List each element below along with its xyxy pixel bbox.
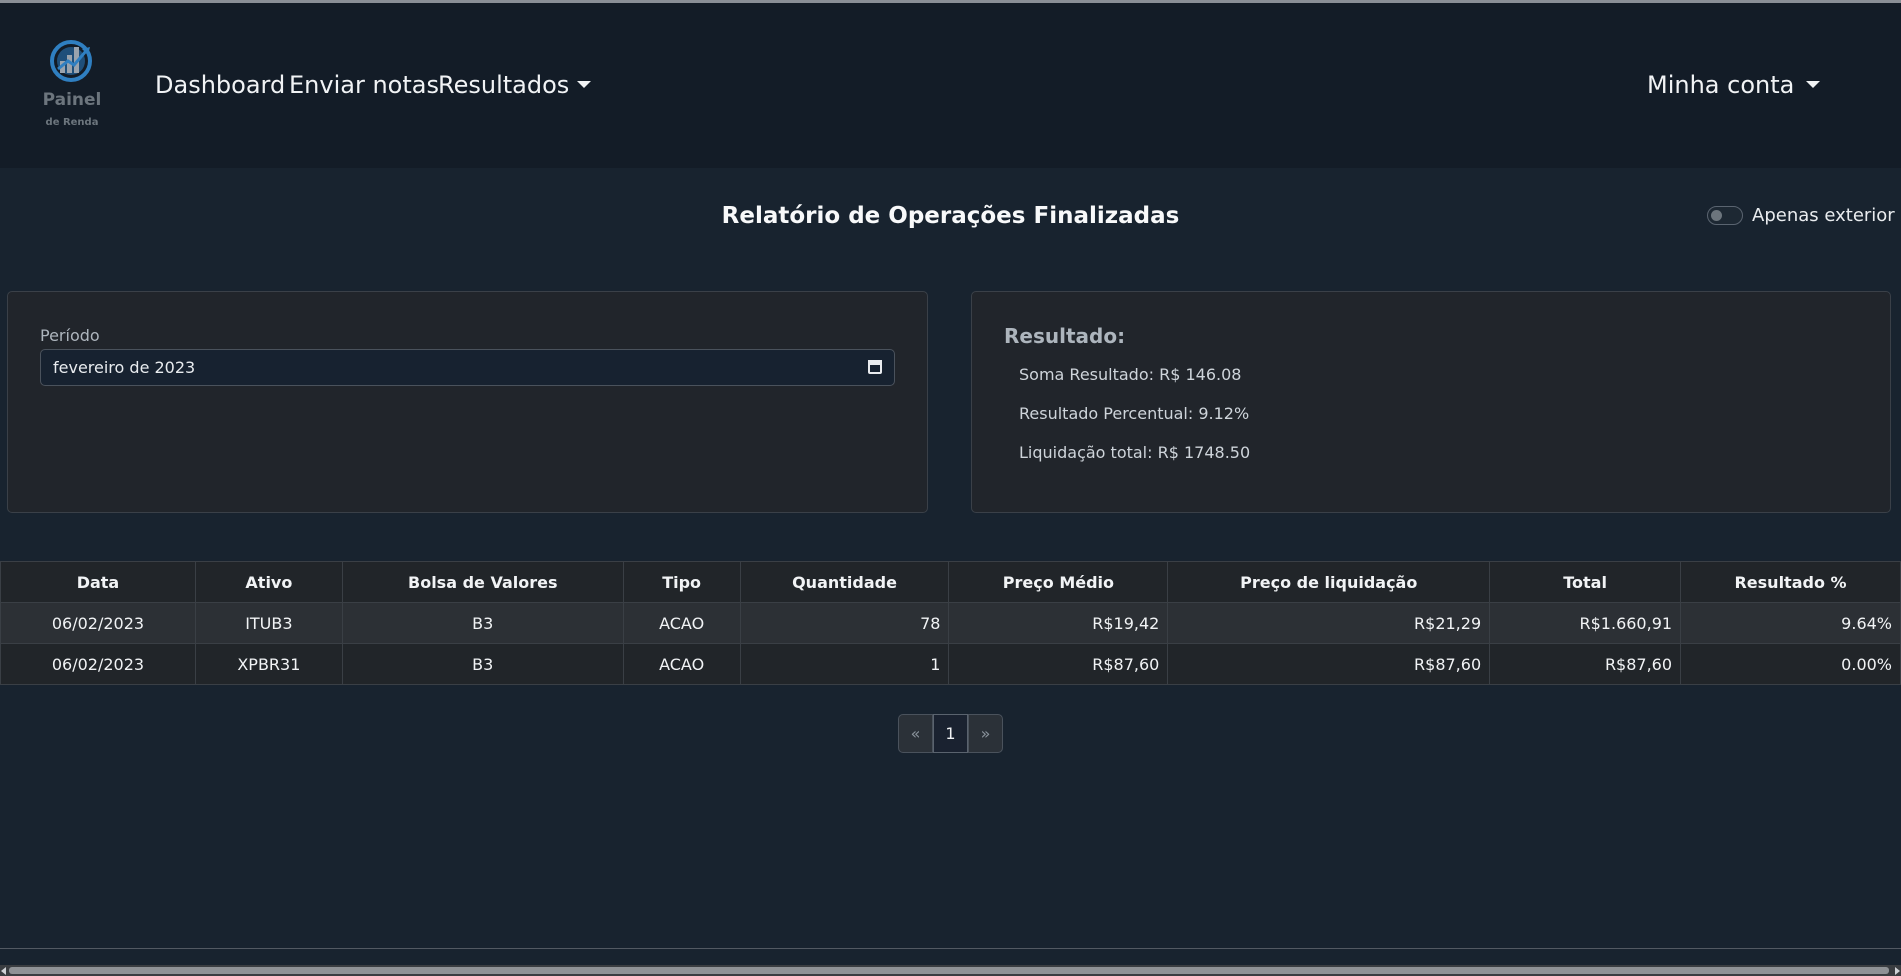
cell-preco-liquidacao: R$21,29 — [1167, 602, 1491, 644]
cell-total: R$87,60 — [1489, 643, 1682, 685]
col-header[interactable]: Preço de liquidação — [1167, 561, 1491, 603]
svg-text:Painel: Painel — [43, 90, 102, 110]
cell-data: 06/02/2023 — [0, 602, 196, 644]
nav-resultados-label: Resultados — [438, 71, 570, 99]
cell-total: R$1.660,91 — [1489, 602, 1682, 644]
cell-resultado-pct: 9.64% — [1680, 602, 1901, 644]
brand-logo[interactable]: Painel de Renda — [38, 39, 108, 135]
cell-tipo: ACAO — [622, 602, 741, 644]
col-header[interactable]: Preço Médio — [948, 561, 1169, 603]
chevron-down-icon — [577, 81, 592, 88]
toggle-knob — [1711, 210, 1722, 221]
horizontal-scrollbar[interactable] — [0, 965, 1901, 976]
period-value: fevereiro de 2023 — [53, 358, 196, 377]
col-header[interactable]: Ativo — [194, 561, 343, 603]
result-title: Resultado: — [1004, 324, 1126, 348]
col-header[interactable]: Tipo — [622, 561, 741, 603]
period-label: Período — [40, 326, 100, 345]
cell-ativo: ITUB3 — [194, 602, 343, 644]
col-header[interactable]: Quantidade — [739, 561, 950, 603]
account-dropdown[interactable]: Minha conta — [1647, 71, 1821, 99]
result-summary-card: Resultado: Soma Resultado: R$ 146.08 Res… — [971, 291, 1891, 513]
divider — [0, 948, 1901, 949]
nav-dashboard[interactable]: Dashboard — [155, 71, 285, 99]
col-header[interactable]: Data — [0, 561, 196, 603]
cell-ativo: XPBR31 — [194, 643, 343, 685]
resultado-percentual: Resultado Percentual: 9.12% — [1019, 404, 1250, 423]
nav-enviar-notas[interactable]: Enviar notas — [289, 71, 439, 99]
pagination-page-1[interactable]: 1 — [933, 714, 968, 753]
cell-quantidade: 1 — [739, 643, 950, 685]
filter-card: Período fevereiro de 2023 — [7, 291, 928, 513]
pagination-prev[interactable]: « — [898, 714, 933, 753]
cell-preco-medio: R$19,42 — [948, 602, 1169, 644]
pagination-next[interactable]: » — [968, 714, 1003, 753]
cell-resultado-pct: 0.00% — [1680, 643, 1901, 685]
period-month-input[interactable]: fevereiro de 2023 — [40, 349, 895, 386]
col-header[interactable]: Bolsa de Valores — [341, 561, 624, 603]
account-label: Minha conta — [1647, 71, 1795, 99]
cell-bolsa: B3 — [341, 643, 624, 685]
page-title: Relatório de Operações Finalizadas — [721, 203, 1180, 229]
cell-quantidade: 78 — [739, 602, 950, 644]
pagination: « 1 » — [898, 714, 1003, 753]
scroll-right-icon[interactable] — [1895, 967, 1900, 975]
toggle-label: Apenas exterior — [1752, 205, 1895, 226]
col-header[interactable]: Resultado % — [1680, 561, 1901, 603]
cell-preco-liquidacao: R$87,60 — [1167, 643, 1491, 685]
scroll-left-icon[interactable] — [1, 967, 6, 975]
navbar: Painel de Renda Dashboard Enviar notas R… — [0, 3, 1901, 168]
exterior-toggle[interactable]: Apenas exterior — [1707, 205, 1895, 226]
svg-text:de Renda: de Renda — [46, 117, 99, 128]
col-header[interactable]: Total — [1489, 561, 1682, 603]
table-row: 06/02/2023 ITUB3 B3 ACAO 78 R$19,42 R$21… — [0, 602, 1901, 644]
bottom-bar — [0, 948, 1901, 976]
scrollbar-thumb[interactable] — [9, 967, 1889, 974]
toggle-switch[interactable] — [1707, 206, 1743, 225]
cell-tipo: ACAO — [622, 643, 741, 685]
soma-resultado: Soma Resultado: R$ 146.08 — [1019, 365, 1242, 384]
liquidacao-total: Liquidação total: R$ 1748.50 — [1019, 443, 1251, 462]
table-header-row: Data Ativo Bolsa de Valores Tipo Quantid… — [0, 561, 1901, 603]
cell-preco-medio: R$87,60 — [948, 643, 1169, 685]
chevron-down-icon — [1806, 81, 1821, 88]
cell-bolsa: B3 — [341, 602, 624, 644]
bar-chart-globe-logo-icon: Painel de Renda — [43, 40, 102, 128]
nav-resultados-dropdown[interactable]: Resultados — [438, 71, 592, 99]
cell-data: 06/02/2023 — [0, 643, 196, 685]
table-row: 06/02/2023 XPBR31 B3 ACAO 1 R$87,60 R$87… — [0, 643, 1901, 685]
operations-table: Data Ativo Bolsa de Valores Tipo Quantid… — [0, 561, 1901, 685]
calendar-icon[interactable] — [868, 360, 882, 374]
